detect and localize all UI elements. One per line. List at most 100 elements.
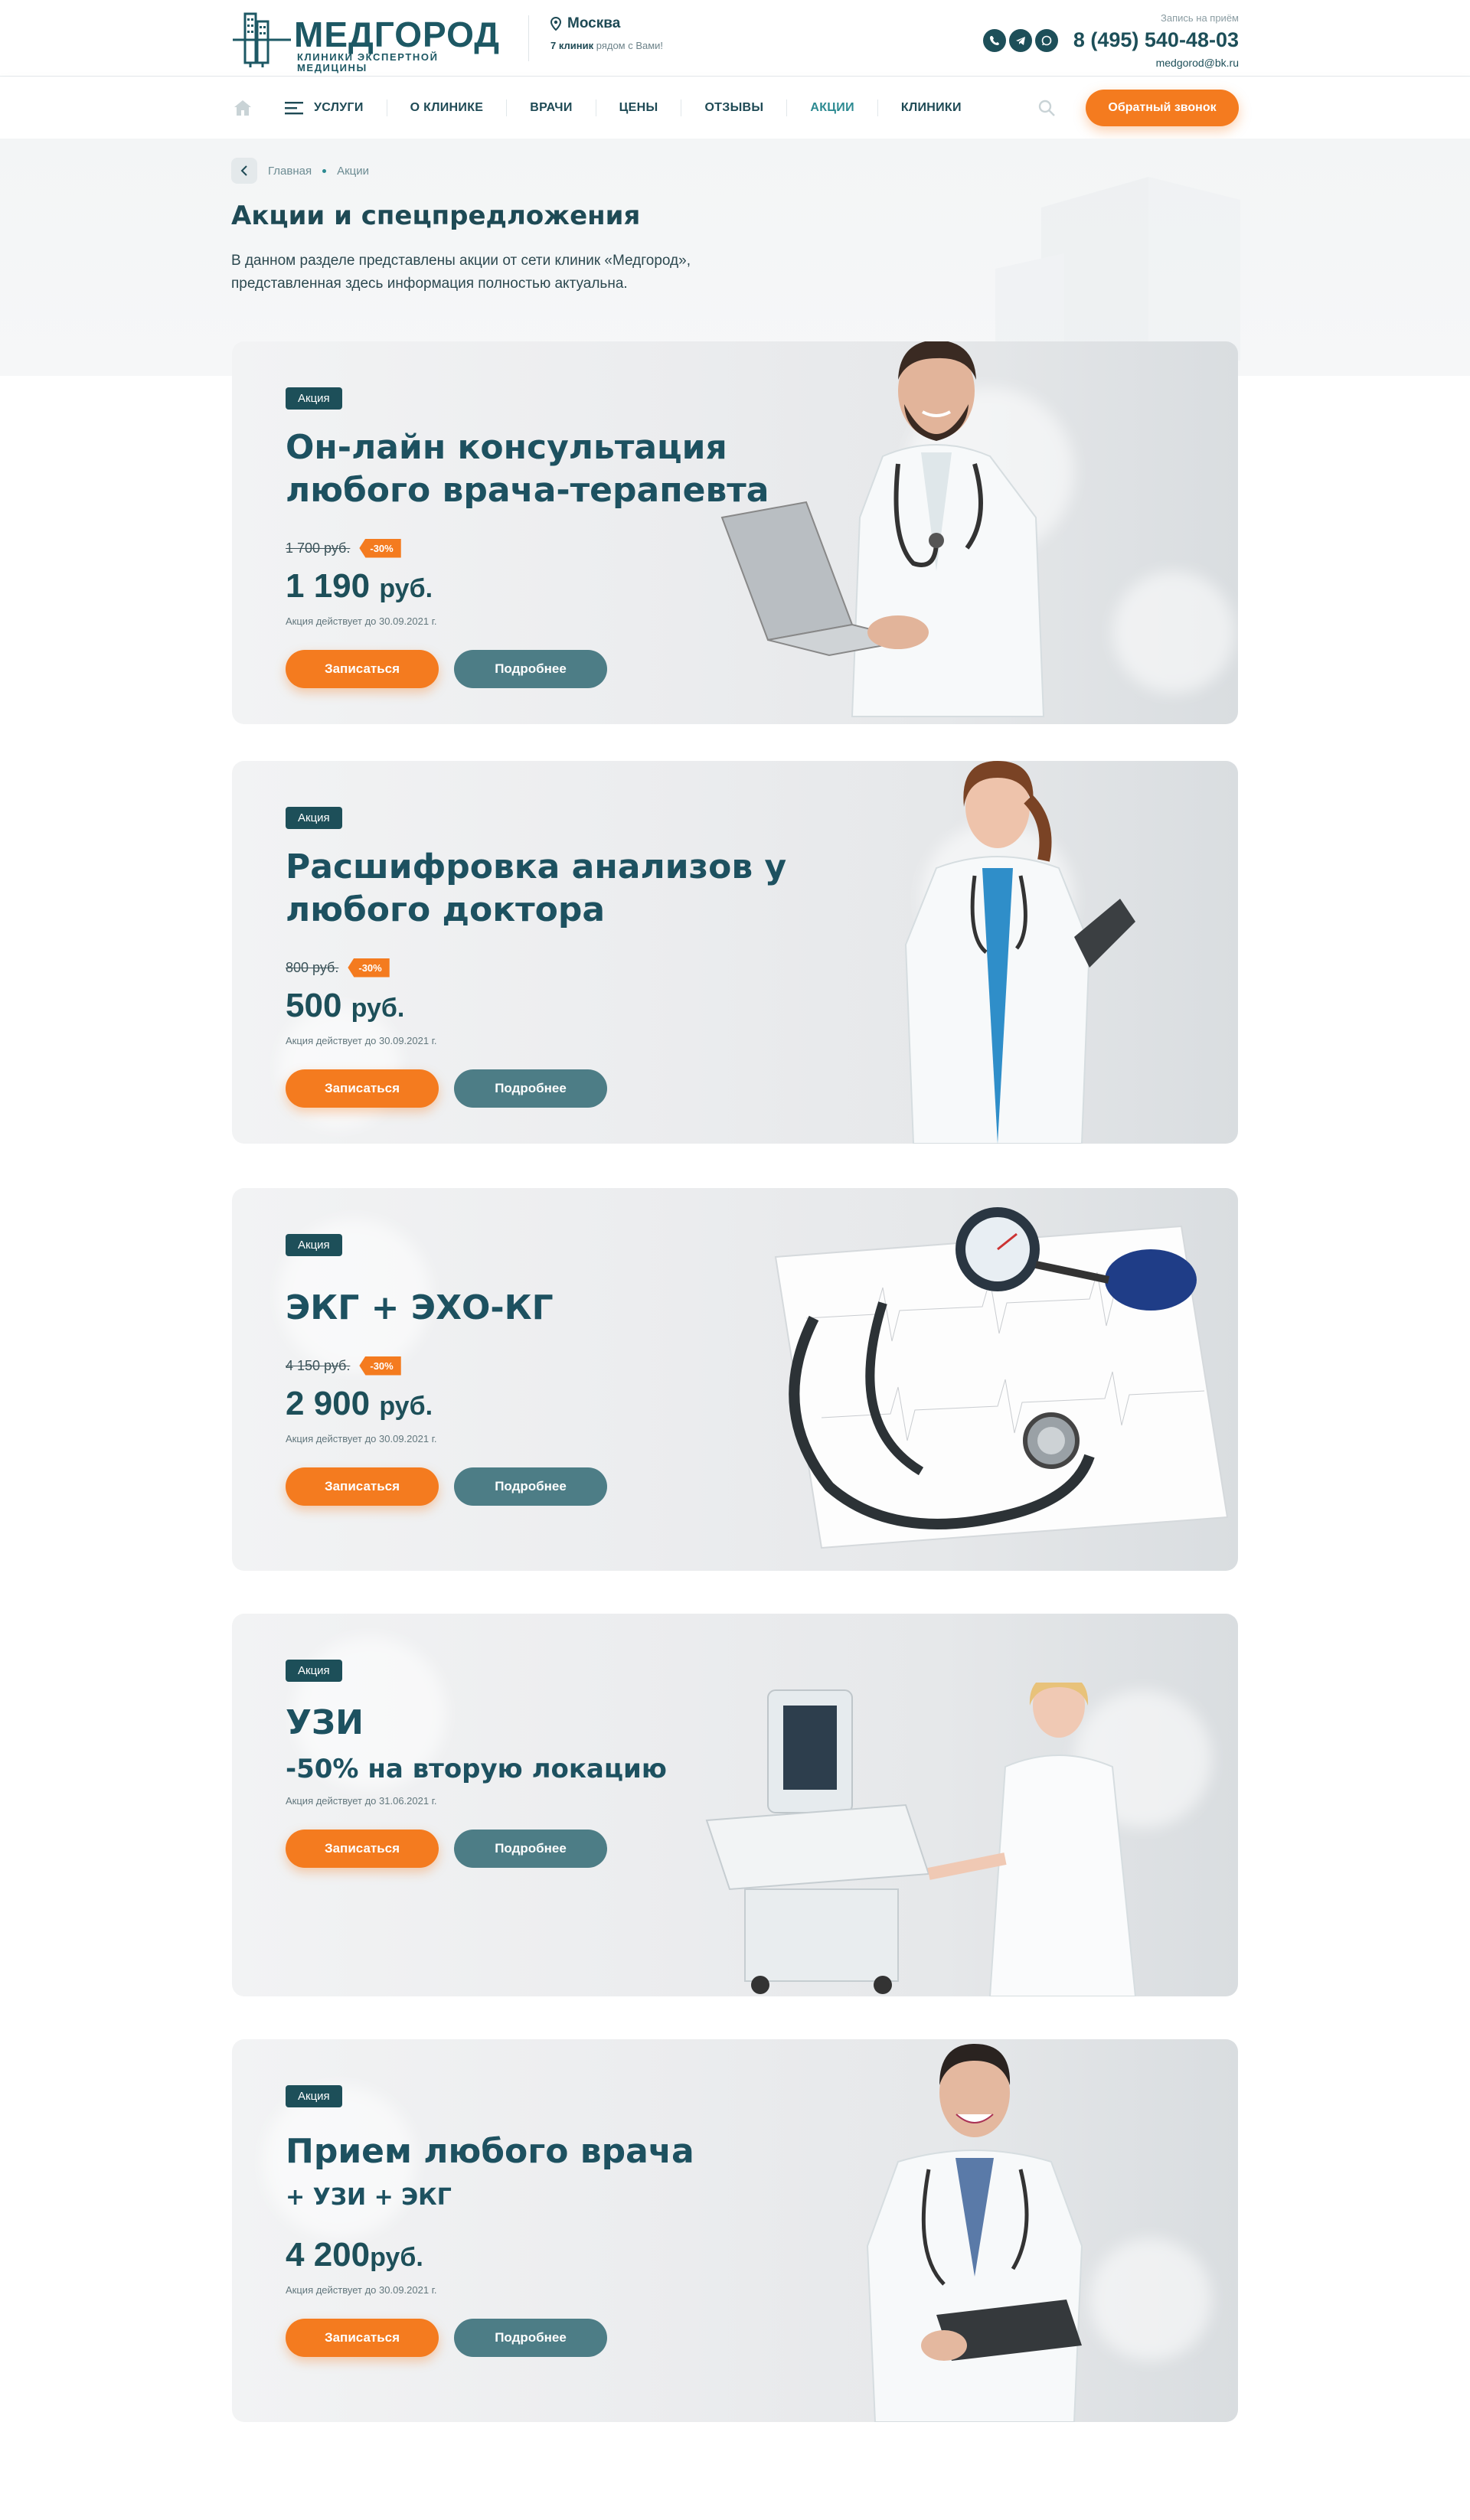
promo-title-line: Расшифровка анализов у	[286, 847, 787, 886]
sign-up-button[interactable]: Записаться	[286, 1467, 439, 1506]
telegram-icon[interactable]	[1008, 28, 1032, 52]
nav-item-reviews[interactable]: ОТЗЫВЫ	[681, 100, 786, 116]
promo-card-online-consultation[interactable]: Акция Он-лайн консультация любого врача-…	[232, 341, 1238, 724]
new-price: 1 190 руб.	[286, 567, 822, 608]
promo-badge: Акция	[286, 1234, 342, 1256]
promo-card-doctor-package[interactable]: Акция Прием любого врача + УЗИ + ЭКГ 4 2…	[232, 2039, 1238, 2422]
discount-badge: -30%	[359, 1356, 401, 1376]
chevron-left-icon	[240, 165, 247, 176]
sign-up-button[interactable]: Записаться	[286, 1830, 439, 1868]
promo-subtitle: + УЗИ + ЭКГ	[286, 2184, 452, 2211]
promo-title: Прием любого врача	[286, 2132, 694, 2171]
phone-row: 8 (495) 540-48-03	[982, 28, 1239, 52]
page-description: В данном разделе представлены акции от с…	[231, 253, 691, 292]
promo-validity: Акция действует до 31.06.2021 г.	[286, 1795, 437, 1807]
nav-item-prices[interactable]: ЦЕНЫ	[595, 100, 681, 116]
old-price-row: 800 руб. -30%	[286, 955, 822, 981]
viber-icon[interactable]	[982, 28, 1006, 52]
logo-name: МЕДГОРОД	[294, 15, 501, 54]
messenger-icons	[982, 28, 1058, 52]
promo-title: Расшифровка анализов у любого доктора	[286, 846, 822, 932]
promo-card-test-interpretation[interactable]: Акция Расшифровка анализов у любого докт…	[232, 761, 1238, 1144]
promo-badge: Акция	[286, 807, 342, 829]
card-content: Акция ЭКГ + ЭХО-КГ 4 150 руб. -30% 2 900…	[286, 1234, 822, 1506]
discount-badge: -30%	[359, 538, 401, 558]
sign-up-button[interactable]: Записаться	[286, 650, 439, 688]
promo-title: Он-лайн консультация любого врача-терапе…	[286, 426, 822, 512]
main-nav: УСЛУГИ О КЛИНИКЕ ВРАЧИ ЦЕНЫ ОТЗЫВЫ АКЦИИ…	[0, 77, 1470, 139]
promo-card-ultrasound[interactable]: Акция УЗИ -50% на вторую локацию Акция д…	[232, 1614, 1238, 1996]
new-price-value: 4 200	[286, 2236, 371, 2274]
promo-validity: Акция действует до 30.09.2021 г.	[286, 1035, 437, 1046]
details-button[interactable]: Подробнее	[454, 1069, 607, 1108]
promo-validity: Акция действует до 30.09.2021 г.	[286, 615, 437, 627]
promo-card-ecg[interactable]: Акция ЭКГ + ЭХО-КГ 4 150 руб. -30% 2 900…	[232, 1188, 1238, 1571]
male-doctor-clipboard-image	[866, 2044, 1083, 2422]
map-pin-icon	[550, 17, 561, 31]
new-price-value: 1 190	[286, 567, 371, 605]
city-row: Москва	[550, 15, 663, 32]
breadcrumb-home[interactable]: Главная	[268, 165, 312, 178]
promo-title-line: любого врача-терапевта	[286, 471, 769, 510]
nav-inner: УСЛУГИ О КЛИНИКЕ ВРАЧИ ЦЕНЫ ОТЗЫВЫ АКЦИИ…	[231, 77, 1239, 139]
promo-validity: Акция действует до 30.09.2021 г.	[286, 1433, 437, 1444]
phone-number[interactable]: 8 (495) 540-48-03	[1073, 28, 1239, 52]
promo-badge: Акция	[286, 387, 342, 410]
logo[interactable]: МЕДГОРОД КЛИНИКИ ЭКСПЕРТНОЙ МЕДИЦИНЫ	[231, 9, 507, 73]
hamburger-icon	[285, 102, 303, 115]
nav-label: УСЛУГИ	[314, 101, 364, 114]
nav-item-clinics[interactable]: КЛИНИКИ	[877, 100, 985, 116]
nav-item-promos[interactable]: АКЦИИ	[786, 100, 877, 116]
nav-item-services[interactable]: УСЛУГИ	[285, 100, 387, 116]
page-title: Акции и спецпредложения	[231, 201, 641, 231]
old-price-row: 4 150 руб. -30%	[286, 1353, 822, 1379]
card-buttons: Записаться Подробнее	[286, 650, 822, 688]
promo-title-line: Он-лайн консультация	[286, 428, 727, 467]
callback-button[interactable]: Обратный звонок	[1086, 90, 1239, 126]
female-doctor-image	[904, 761, 1135, 1144]
details-button[interactable]: Подробнее	[454, 2319, 607, 2357]
currency: руб.	[379, 574, 433, 603]
new-price: 2 900 руб.	[286, 1385, 822, 1425]
card-content: Акция УЗИ -50% на вторую локацию Акция д…	[286, 1660, 822, 1868]
old-price: 4 150 руб.	[286, 1357, 351, 1373]
old-price-row: 1 700 руб. -30%	[286, 535, 822, 561]
breadcrumb-current: Акции	[337, 164, 370, 178]
details-button[interactable]: Подробнее	[454, 650, 607, 688]
clinics-count: 7 клиник	[550, 40, 594, 51]
currency: руб.	[351, 994, 405, 1023]
logo-subtitle: КЛИНИКИ ЭКСПЕРТНОЙ МЕДИЦИНЫ	[297, 51, 439, 73]
promo-title: ЭКГ + ЭХО-КГ	[286, 1288, 554, 1327]
city-selector[interactable]: Москва 7 клиник рядом с Вами!	[528, 15, 663, 61]
search-icon[interactable]	[1035, 96, 1058, 119]
contacts: Запись на приём 8 (495) 540-48-03 medgor…	[982, 12, 1239, 69]
home-icon[interactable]	[231, 96, 254, 119]
promo-badge: Акция	[286, 1660, 342, 1682]
card-buttons: Записаться Подробнее	[286, 2319, 822, 2357]
card-content: Акция Он-лайн консультация любого врача-…	[286, 387, 822, 688]
new-price: 500 руб.	[286, 987, 822, 1027]
clinics-nearby: 7 клиник рядом с Вами!	[550, 40, 663, 51]
whatsapp-icon[interactable]	[1034, 28, 1058, 52]
card-content: Акция Прием любого врача + УЗИ + ЭКГ 4 2…	[286, 2085, 822, 2357]
sign-up-button[interactable]: Записаться	[286, 1069, 439, 1108]
back-button[interactable]	[231, 158, 257, 184]
details-button[interactable]: Подробнее	[454, 1467, 607, 1506]
city-name: Москва	[567, 15, 621, 31]
new-price-value: 500	[286, 987, 342, 1024]
discount-badge: -30%	[348, 958, 390, 978]
nav-item-doctors[interactable]: ВРАЧИ	[506, 100, 595, 116]
promo-badge: Акция	[286, 2085, 342, 2107]
promo-validity: Акция действует до 30.09.2021 г.	[286, 2284, 437, 2296]
card-buttons: Записаться Подробнее	[286, 1830, 822, 1868]
new-price-value: 2 900	[286, 1385, 371, 1422]
breadcrumb-separator	[322, 168, 327, 173]
appointment-hint: Запись на приём	[1161, 12, 1239, 24]
card-content: Акция Расшифровка анализов у любого докт…	[286, 807, 822, 1108]
currency: руб.	[370, 2243, 423, 2272]
sign-up-button[interactable]: Записаться	[286, 2319, 439, 2357]
promo-title: УЗИ	[286, 1703, 364, 1742]
nav-item-about[interactable]: О КЛИНИКЕ	[386, 100, 507, 116]
email-link[interactable]: medgorod@bk.ru	[983, 57, 1239, 69]
details-button[interactable]: Подробнее	[454, 1830, 607, 1868]
